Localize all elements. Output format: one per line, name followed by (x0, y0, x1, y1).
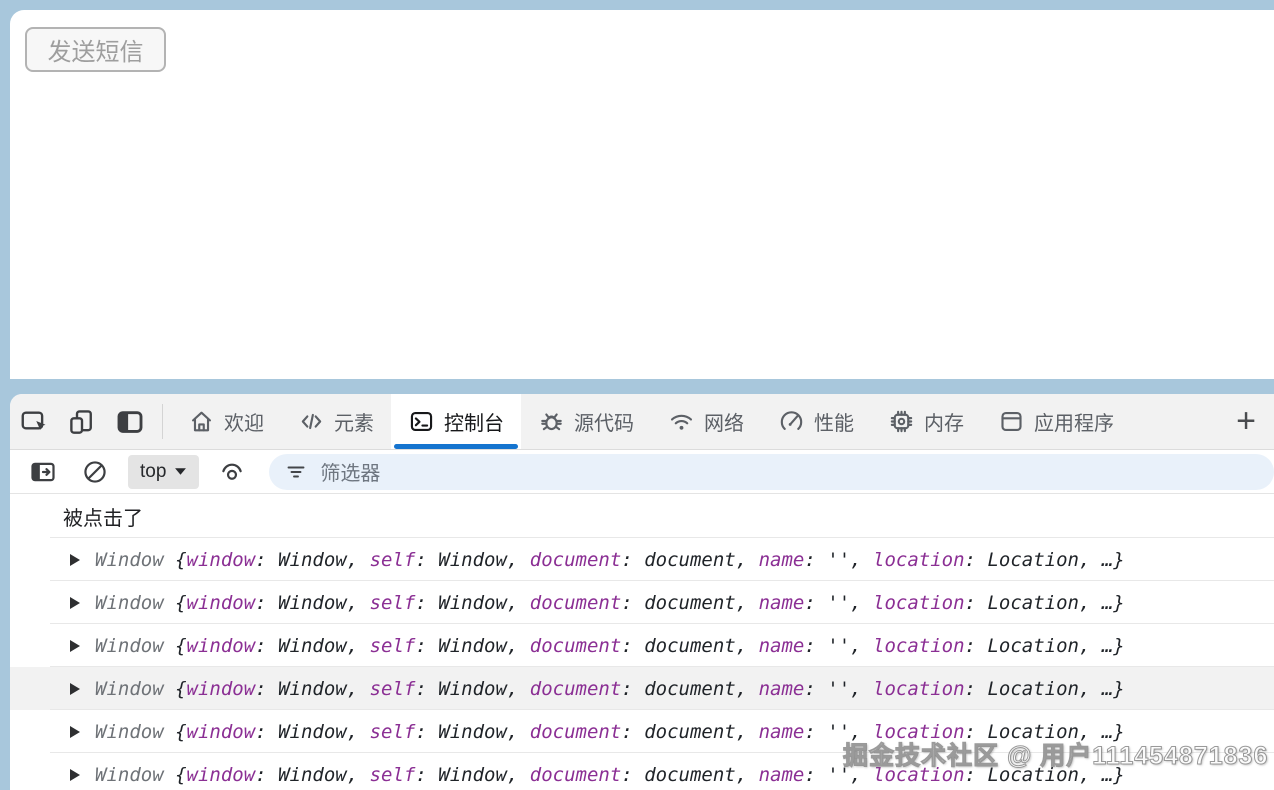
object-preview[interactable]: Window {window: Window, self: Window, do… (95, 721, 1125, 743)
object-preview[interactable]: Window {window: Window, self: Window, do… (95, 549, 1125, 571)
object-preview[interactable]: Window {window: Window, self: Window, do… (95, 764, 1125, 786)
tab-console[interactable]: 控制台 (391, 394, 521, 449)
console-toolbar: top 筛选器 (10, 449, 1274, 494)
tab-label: 控制台 (444, 413, 504, 435)
performance-icon (780, 411, 803, 430)
tab-label: 应用程序 (1034, 413, 1114, 435)
network-icon (670, 414, 693, 430)
browser-frame: 发送短信 欢迎 元素 控制台 源代码 网络 性能 内存 应用程序 + top 筛… (0, 0, 1274, 790)
expand-triangle-icon[interactable] (70, 682, 80, 695)
console-log-message: 被点击了 (10, 494, 1274, 538)
home-icon (191, 411, 212, 432)
dock-side-icon (117, 410, 143, 433)
expand-triangle-icon[interactable] (70, 725, 80, 738)
console-object-row: Window {window: Window, self: Window, do… (10, 710, 1274, 753)
console-object-row: Window {window: Window, self: Window, do… (10, 753, 1274, 790)
tab-label: 源代码 (574, 413, 634, 435)
tabbar-divider (162, 404, 163, 439)
devtools-panel: 欢迎 元素 控制台 源代码 网络 性能 内存 应用程序 + top 筛选器 被点… (10, 394, 1274, 790)
tab-label: 内存 (924, 413, 964, 435)
bug-icon (541, 413, 562, 431)
tab-application[interactable]: 应用程序 (981, 394, 1131, 449)
console-output: 被点击了 Window {window: Window, self: Windo… (10, 494, 1274, 790)
tab-sources[interactable]: 源代码 (521, 394, 651, 449)
object-preview[interactable]: Window {window: Window, self: Window, do… (95, 678, 1125, 700)
clear-console-icon (84, 460, 106, 483)
more-tabs-button[interactable]: + (1218, 394, 1274, 449)
application-icon (1001, 411, 1022, 432)
expand-triangle-icon[interactable] (70, 768, 80, 781)
memory-icon (890, 410, 913, 433)
chevron-down-icon (175, 468, 187, 475)
live-expression-button[interactable] (209, 458, 255, 486)
device-emulation-icon (70, 409, 92, 434)
console-filter-input[interactable]: 筛选器 (269, 453, 1274, 490)
devtools-tabbar: 欢迎 元素 控制台 源代码 网络 性能 内存 应用程序 + (10, 394, 1274, 449)
console-sidebar-icon (31, 462, 55, 481)
console-object-row: Window {window: Window, self: Window, do… (10, 538, 1274, 581)
context-selector[interactable]: top (128, 454, 200, 489)
inspect-element-button[interactable] (10, 394, 58, 449)
tab-label: 元素 (334, 413, 374, 435)
object-preview[interactable]: Window {window: Window, self: Window, do… (95, 592, 1125, 614)
console-object-row: Window {window: Window, self: Window, do… (10, 667, 1274, 710)
tab-elements[interactable]: 元素 (281, 394, 391, 449)
tab-network[interactable]: 网络 (651, 394, 761, 449)
console-sidebar-button[interactable] (20, 458, 66, 486)
tab-performance[interactable]: 性能 (761, 394, 871, 449)
context-selector-value: top (140, 460, 167, 482)
inspect-icon (21, 410, 46, 430)
log-text: 被点击了 (63, 507, 143, 530)
device-emulation-button[interactable] (58, 394, 106, 449)
clear-console-button[interactable] (72, 458, 118, 486)
expand-triangle-icon[interactable] (70, 639, 80, 652)
console-object-row: Window {window: Window, self: Window, do… (10, 581, 1274, 624)
dock-side-button[interactable] (106, 394, 154, 449)
filter-icon (287, 466, 305, 477)
object-preview[interactable]: Window {window: Window, self: Window, do… (95, 635, 1125, 657)
tab-label: 欢迎 (224, 413, 264, 435)
tab-welcome[interactable]: 欢迎 (171, 394, 281, 449)
expand-triangle-icon[interactable] (70, 553, 80, 566)
tab-memory[interactable]: 内存 (871, 394, 981, 449)
console-icon (410, 411, 433, 432)
elements-icon (301, 413, 322, 430)
console-object-row: Window {window: Window, self: Window, do… (10, 624, 1274, 667)
expand-triangle-icon[interactable] (70, 596, 80, 609)
eye-icon (222, 463, 243, 480)
tab-label: 网络 (704, 413, 744, 435)
page-viewport: 发送短信 (10, 10, 1274, 379)
send-sms-button[interactable]: 发送短信 (25, 27, 166, 72)
console-rows: Window {window: Window, self: Window, do… (10, 538, 1274, 790)
tab-label: 性能 (814, 413, 854, 435)
filter-placeholder: 筛选器 (320, 463, 381, 485)
